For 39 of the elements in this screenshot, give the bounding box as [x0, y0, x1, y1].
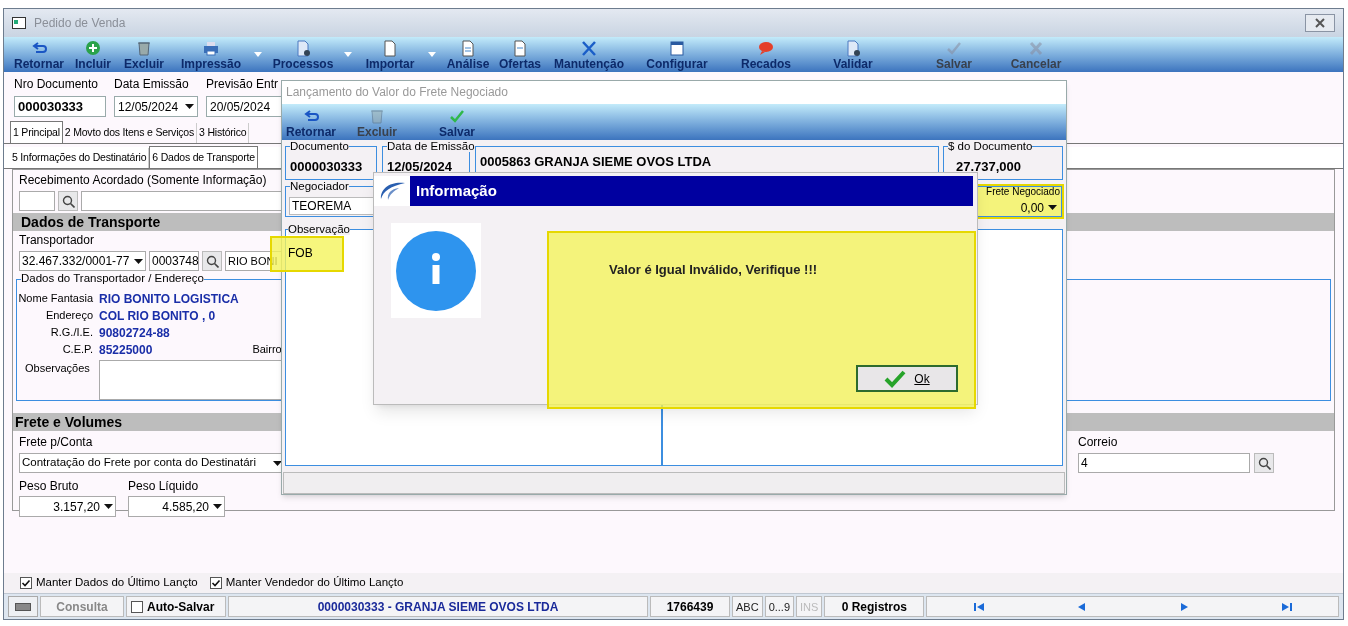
status-code: 1766439	[650, 596, 730, 617]
field-label: Data Emissão	[114, 76, 190, 93]
field-value: 12/05/2024	[387, 158, 453, 177]
field-label: Peso Bruto	[19, 478, 80, 495]
group-label: Frete Negociado	[986, 184, 1060, 199]
field-label: Nome Fantasia	[17, 291, 93, 307]
field-label: Peso Líquido	[128, 478, 200, 495]
status-record: 0000030333 - GRANJA SIEME OVOS LTDA	[228, 596, 648, 617]
field-label: Recebimento Acordado (Somente Informação)	[18, 172, 268, 189]
window-title: Pedido de Venda	[34, 15, 126, 32]
field-label: Observações	[24, 361, 91, 376]
field-label: Bairro	[252, 342, 282, 358]
group-label: Data de Emissão	[387, 140, 475, 153]
dialog-title: Informação	[410, 176, 973, 206]
field-label: Nro Documento	[14, 76, 100, 93]
group-label: Dados do Transportador / Endereço	[21, 272, 204, 285]
field-value: 0005863 GRANJA SIEME OVOS LTDA	[480, 153, 712, 172]
field-label: Endereço	[44, 308, 93, 324]
group-label: Documento	[290, 140, 349, 153]
status-count: 0 Registros	[824, 596, 925, 617]
field-value: RIO BONITO LOGISTICA	[99, 290, 239, 308]
field-value: 0000030333	[290, 158, 363, 177]
field-label: C.E.P.	[61, 342, 93, 358]
status-indicator: ABC	[732, 596, 763, 617]
field-label: Previsão Entr	[206, 76, 280, 93]
group-label: Observação	[288, 223, 350, 236]
field-label: Transportador	[18, 232, 95, 249]
status-mode: Consulta	[40, 596, 124, 617]
field-label: R.G./I.E.	[49, 325, 93, 341]
field-value: 90802724-88	[99, 324, 170, 342]
field-label: Frete p/Conta	[19, 434, 94, 451]
status-indicator: INS	[796, 596, 823, 617]
message-text: Valor é Igual Inválido, Verifique !!!	[609, 261, 818, 279]
field-value: COL RIO BONITO , 0	[99, 307, 216, 325]
field-label: Correio	[1078, 434, 1119, 451]
field-value: 27.737,000	[956, 158, 1022, 177]
field-value: 85225000	[99, 341, 153, 359]
status-indicator: 0...9	[764, 596, 795, 617]
group-label: $ do Documento	[948, 140, 1033, 153]
